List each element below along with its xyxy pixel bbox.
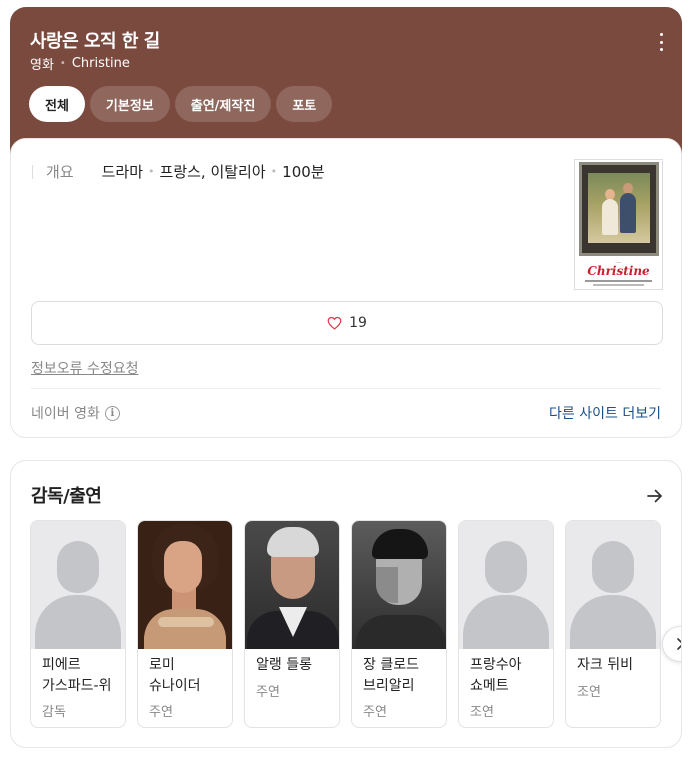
genre: 드라마 (101, 163, 144, 181)
profile-placeholder (566, 521, 660, 649)
poster-title: Christine (587, 264, 650, 278)
profile-photo (138, 521, 232, 649)
separator-dot: • (148, 165, 155, 178)
movie-original-title: Christine (71, 56, 130, 71)
cast-name: 피에르 가스파드-위 (42, 657, 112, 694)
cast-role: 주연 (149, 705, 173, 720)
cast-name: 로미 슈나이더 (149, 657, 201, 694)
tab-cast-crew[interactable]: 출연/제작진 (174, 86, 272, 122)
cast-card-item[interactable]: 알랭 들롱 주연 (244, 520, 340, 728)
tab-basic-info[interactable]: 기본정보 (89, 86, 170, 122)
chevron-right-icon (677, 638, 681, 650)
like-button[interactable]: 19 (31, 301, 663, 345)
info-circle-icon[interactable]: i (104, 405, 120, 421)
divider (31, 388, 661, 389)
scroll-next-button[interactable] (662, 626, 681, 662)
report-error-link[interactable]: 정보오류 수정요청 (31, 358, 139, 378)
separator-dot: • (270, 165, 278, 178)
country: 프랑스, 이탈리아 (159, 163, 266, 181)
summary-divider (32, 164, 33, 179)
poster-frame (579, 162, 659, 256)
cast-role: 감독 (42, 705, 66, 720)
movie-title: 사랑은 오직 한 길 (30, 31, 160, 52)
separator-dot: • (59, 58, 66, 69)
cast-role: 주연 (363, 705, 387, 720)
other-sites-link[interactable]: 다른 사이트 더보기 (549, 403, 661, 423)
like-count: 19 (349, 315, 367, 331)
summary-row: 개요 드라마 • 프랑스, 이탈리아 • 100분 (32, 161, 325, 182)
runtime: 100분 (282, 163, 325, 181)
movie-poster[interactable]: ····· Christine (574, 159, 663, 290)
cast-section-title: 감독/출연 (31, 486, 102, 507)
profile-placeholder (459, 521, 553, 649)
profile-photo (245, 521, 339, 649)
profile-placeholder (31, 521, 125, 649)
cast-card-item[interactable]: 프랑수아 쇼메트 조연 (458, 520, 554, 728)
movie-category: 영화 (30, 58, 54, 73)
tab-bar: 전체 기본정보 출연/제작진 포토 (29, 86, 333, 122)
cast-name: 자크 뒤비 (577, 657, 633, 673)
cast-card-item[interactable]: 피에르 가스파드-위 감독 (30, 520, 126, 728)
source-label: 네이버 영화 i (31, 403, 120, 423)
cast-name: 장 클로드 브리알리 (363, 657, 419, 694)
arrow-right-icon[interactable] (645, 486, 665, 506)
cast-name: 프랑수아 쇼메트 (470, 657, 522, 694)
heart-outline-icon (327, 316, 342, 330)
cast-role: 조연 (577, 685, 601, 700)
cast-role: 주연 (256, 685, 280, 700)
source-name: 네이버 영화 (31, 406, 100, 422)
tab-all[interactable]: 전체 (29, 86, 85, 122)
more-vertical-icon[interactable] (656, 33, 666, 51)
info-card: 개요 드라마 • 프랑스, 이탈리아 • 100분 ····· Christin… (10, 138, 682, 438)
cast-list: 피에르 가스파드-위 감독 로미 슈나이더 주연 알랭 들롱 주연 장 클로드 … (30, 520, 681, 729)
cast-name: 알랭 들롱 (256, 657, 312, 673)
cast-card-item[interactable]: 장 클로드 브리알리 주연 (351, 520, 447, 728)
cast-role: 조연 (470, 705, 494, 720)
cast-card: 감독/출연 피에르 가스파드-위 감독 로미 슈나이더 주연 알랭 들롱 주연 (10, 460, 682, 748)
profile-photo (352, 521, 446, 649)
summary-label: 개요 (46, 163, 74, 181)
tab-photo[interactable]: 포토 (276, 86, 333, 122)
movie-subline: 영화 • Christine (30, 54, 130, 73)
cast-card-item[interactable]: 자크 뒤비 조연 (565, 520, 661, 728)
cast-card-item[interactable]: 로미 슈나이더 주연 (137, 520, 233, 728)
